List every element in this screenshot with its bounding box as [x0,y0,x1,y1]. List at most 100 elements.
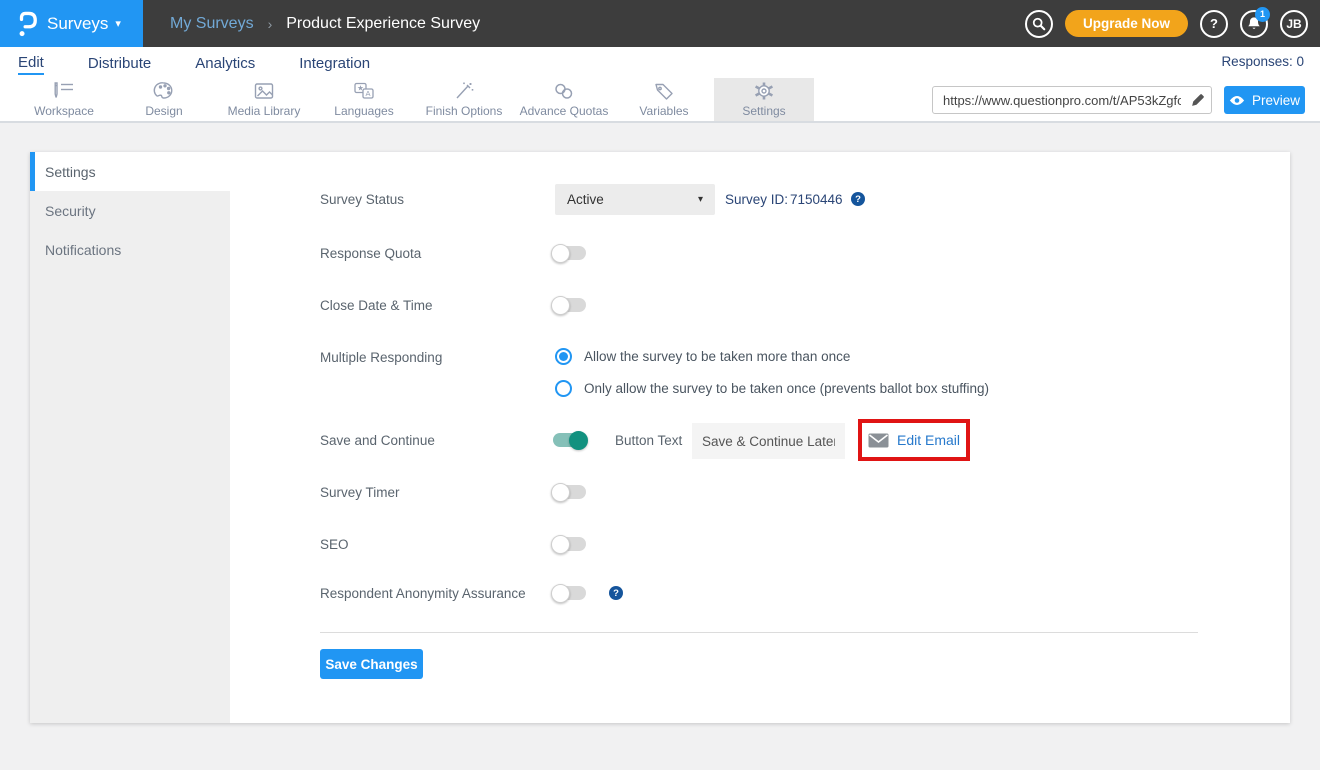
toolbar-tab-label: Design [145,104,182,118]
breadcrumb-current-survey: Product Experience Survey [286,15,480,33]
button-text-input[interactable] [692,423,845,459]
product-switcher-label: Surveys [47,14,108,34]
respondent-anonymity-toggle[interactable] [553,586,586,600]
save-and-continue-toggle[interactable] [553,433,586,447]
sidebar-item-notifications[interactable]: Notifications [30,230,230,269]
toolbar-tab-languages[interactable]: ★A Languages [314,78,414,121]
toolbar-tab-label: Finish Options [426,104,503,118]
search-button[interactable] [1025,10,1053,38]
preview-label: Preview [1252,93,1300,108]
survey-nav: Edit Distribute Analytics Integration Re… [0,47,1320,78]
preview-button[interactable]: Preview [1224,86,1305,114]
chevron-down-icon: ▾ [698,194,703,205]
multiple-responding-label: Multiple Responding [320,350,442,365]
pencil-icon [1191,93,1205,107]
edit-email-link[interactable]: Edit Email [897,432,960,448]
respondent-anonymity-label: Respondent Anonymity Assurance [320,586,526,601]
save-changes-button[interactable]: Save Changes [320,649,423,679]
survey-id-help-icon[interactable]: ? [851,192,865,206]
toolbar-tab-variables[interactable]: Variables [614,78,714,121]
survey-url-input[interactable] [933,93,1185,108]
gear-icon [753,81,775,101]
survey-url-field [932,86,1212,114]
response-quota-toggle[interactable] [553,246,586,260]
translate-icon: ★A [352,81,376,101]
survey-status-value: Active [567,192,604,207]
envelope-icon [868,433,889,448]
toggle-knob [551,483,570,502]
radio-only-once[interactable]: Only allow the survey to be taken once (… [555,380,989,397]
breadcrumb-separator: › [268,16,273,32]
workspace-icon [52,81,76,101]
palette-icon [153,81,175,101]
tag-icon [653,81,675,101]
edit-email-highlight-box: Edit Email [858,419,970,461]
chevron-down-icon: ▾ [115,17,121,30]
top-header: Surveys ▾ My Surveys › Product Experienc… [0,0,1320,47]
radio-icon [555,348,572,365]
survey-id-value: 7150446 [790,192,843,207]
seo-label: SEO [320,537,349,552]
sidebar-item-security[interactable]: Security [30,191,230,230]
toolbar-tab-workspace[interactable]: Workspace [14,78,114,121]
notifications-button[interactable]: 1 [1240,10,1268,38]
anonymity-help-icon[interactable]: ? [609,586,623,600]
radio-option-label: Only allow the survey to be taken once (… [584,381,989,396]
notification-count-badge: 1 [1255,7,1270,22]
avatar[interactable]: JB [1280,10,1308,38]
toolbar-tab-label: Advance Quotas [520,104,609,118]
edit-toolbar: Workspace Design Media Library ★A Langua… [0,78,1320,123]
toolbar-tab-label: Languages [334,104,393,118]
toolbar-tab-label: Variables [639,104,688,118]
svg-text:A: A [365,89,370,98]
radio-icon [555,380,572,397]
question-mark-icon: ? [1210,16,1218,31]
tab-integration[interactable]: Integration [299,52,370,74]
header-actions: Upgrade Now ? 1 JB [1025,0,1308,47]
radio-allow-multiple[interactable]: Allow the survey to be taken more than o… [555,348,850,365]
toolbar-tab-design[interactable]: Design [114,78,214,121]
upgrade-now-button[interactable]: Upgrade Now [1065,10,1188,37]
image-icon [253,81,275,101]
svg-text:★: ★ [357,83,364,92]
sidebar-item-label: Notifications [45,242,121,258]
toolbar-tab-media-library[interactable]: Media Library [214,78,314,121]
toolbar-tab-settings[interactable]: Settings [714,78,814,121]
toggle-knob [551,296,570,315]
seo-toggle[interactable] [553,537,586,551]
settings-card: Settings Security Notifications Survey S… [30,152,1290,723]
responses-count: Responses: 0 [1221,54,1304,69]
help-button[interactable]: ? [1200,10,1228,38]
chain-link-icon [552,81,576,101]
avatar-initials: JB [1286,17,1301,31]
toggle-knob [551,584,570,603]
survey-status-label: Survey Status [320,192,404,207]
brand-menu[interactable]: Surveys ▾ [0,0,143,47]
button-text-label: Button Text [615,433,682,448]
toolbar-tab-finish-options[interactable]: Finish Options [414,78,514,121]
close-date-toggle[interactable] [553,298,586,312]
save-and-continue-label: Save and Continue [320,433,435,448]
edit-url-button[interactable] [1185,93,1211,107]
survey-id-label: Survey ID: [725,192,788,207]
questionpro-logo-icon [16,9,38,39]
breadcrumb-my-surveys[interactable]: My Surveys [170,15,254,33]
toolbar-tab-label: Settings [742,104,785,118]
sidebar-item-settings[interactable]: Settings [30,152,230,191]
survey-timer-toggle[interactable] [553,485,586,499]
eye-icon [1229,95,1245,106]
toolbar-tab-advance-quotas[interactable]: Advance Quotas [514,78,614,121]
toolbar-tab-label: Media Library [228,104,301,118]
magic-wand-icon [453,81,475,101]
sidebar-item-label: Security [45,203,96,219]
toggle-knob [551,535,570,554]
tab-analytics[interactable]: Analytics [195,52,255,74]
settings-sidebar: Settings Security Notifications [30,152,230,723]
toggle-knob [551,244,570,263]
tab-distribute[interactable]: Distribute [88,52,151,74]
tab-edit[interactable]: Edit [18,51,44,75]
radio-option-label: Allow the survey to be taken more than o… [584,349,850,364]
form-divider [320,632,1198,633]
sidebar-item-label: Settings [45,164,96,180]
survey-status-select[interactable]: Active ▾ [555,184,715,215]
